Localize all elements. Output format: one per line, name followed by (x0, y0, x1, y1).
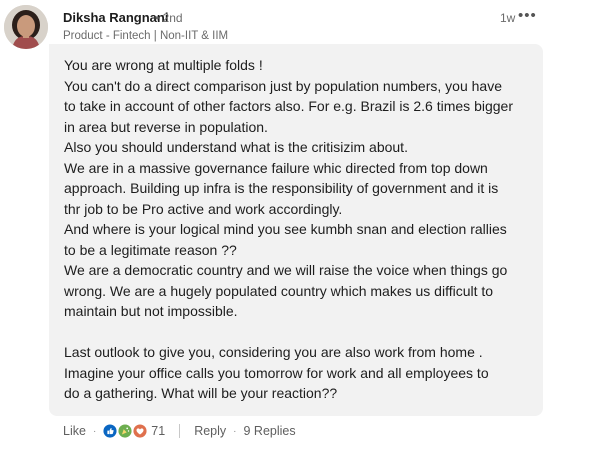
reaction-count: 71 (151, 424, 166, 438)
comment-line: maintain but not impossible. (64, 303, 238, 319)
separator-dot: · (92, 425, 97, 437)
comment-body: You are wrong at multiple folds ! You ca… (64, 55, 538, 404)
view-replies-link[interactable]: 9 Replies (244, 424, 296, 438)
author-name[interactable]: Diksha Rangnani (63, 10, 168, 25)
comment-line: We are a democratic country and we will … (64, 262, 508, 278)
comment-line: We are in a massive governance failure w… (64, 159, 488, 176)
comment-line: Imagine your office calls you tomorrow f… (64, 364, 489, 381)
comment-line: approach. Building up infra is the respo… (64, 180, 499, 196)
comment-timestamp: 1w (500, 11, 516, 25)
comment-line: in area but reverse in population. (64, 118, 268, 135)
comment-line: And where is your logical mind you see k… (64, 221, 507, 237)
action-divider (179, 424, 181, 438)
comment-line: You are wrong at multiple folds ! (64, 57, 263, 73)
author-avatar[interactable] (4, 5, 48, 49)
comment-line: to take in account of other factors also… (64, 98, 513, 114)
like-button[interactable]: Like (63, 424, 86, 438)
comment-line-blank (64, 322, 538, 343)
comment-line: You can't do a direct comparison just by… (64, 77, 502, 94)
reply-button[interactable]: Reply (194, 424, 226, 438)
comment-actions: Like · 71 Reply · 9 Replies (63, 424, 296, 438)
like-reaction-icon (103, 424, 117, 438)
comment-line: Also you should understand what is the c… (64, 139, 408, 155)
more-options-icon[interactable]: ••• (518, 7, 537, 24)
comment-line: wrong. We are a hugely populated country… (64, 282, 494, 299)
love-reaction-icon (133, 424, 147, 438)
comment-line: Last outlook to give you, considering yo… (64, 344, 483, 360)
separator-dot: · (233, 425, 237, 437)
celebrate-reaction-icon (118, 424, 132, 438)
author-headline: Product - Fintech | Non-IIT & IIM (63, 30, 229, 42)
reactions-summary[interactable]: 71 (103, 424, 165, 438)
comment-line: to be a legitimate reason ?? (64, 241, 237, 258)
avatar-photo (4, 5, 48, 49)
connection-degree: • 2nd (155, 11, 183, 25)
comment-line: do a gathering. What will be your reacti… (64, 385, 338, 401)
comment-line: thr job to be Pro active and work accord… (64, 200, 343, 217)
